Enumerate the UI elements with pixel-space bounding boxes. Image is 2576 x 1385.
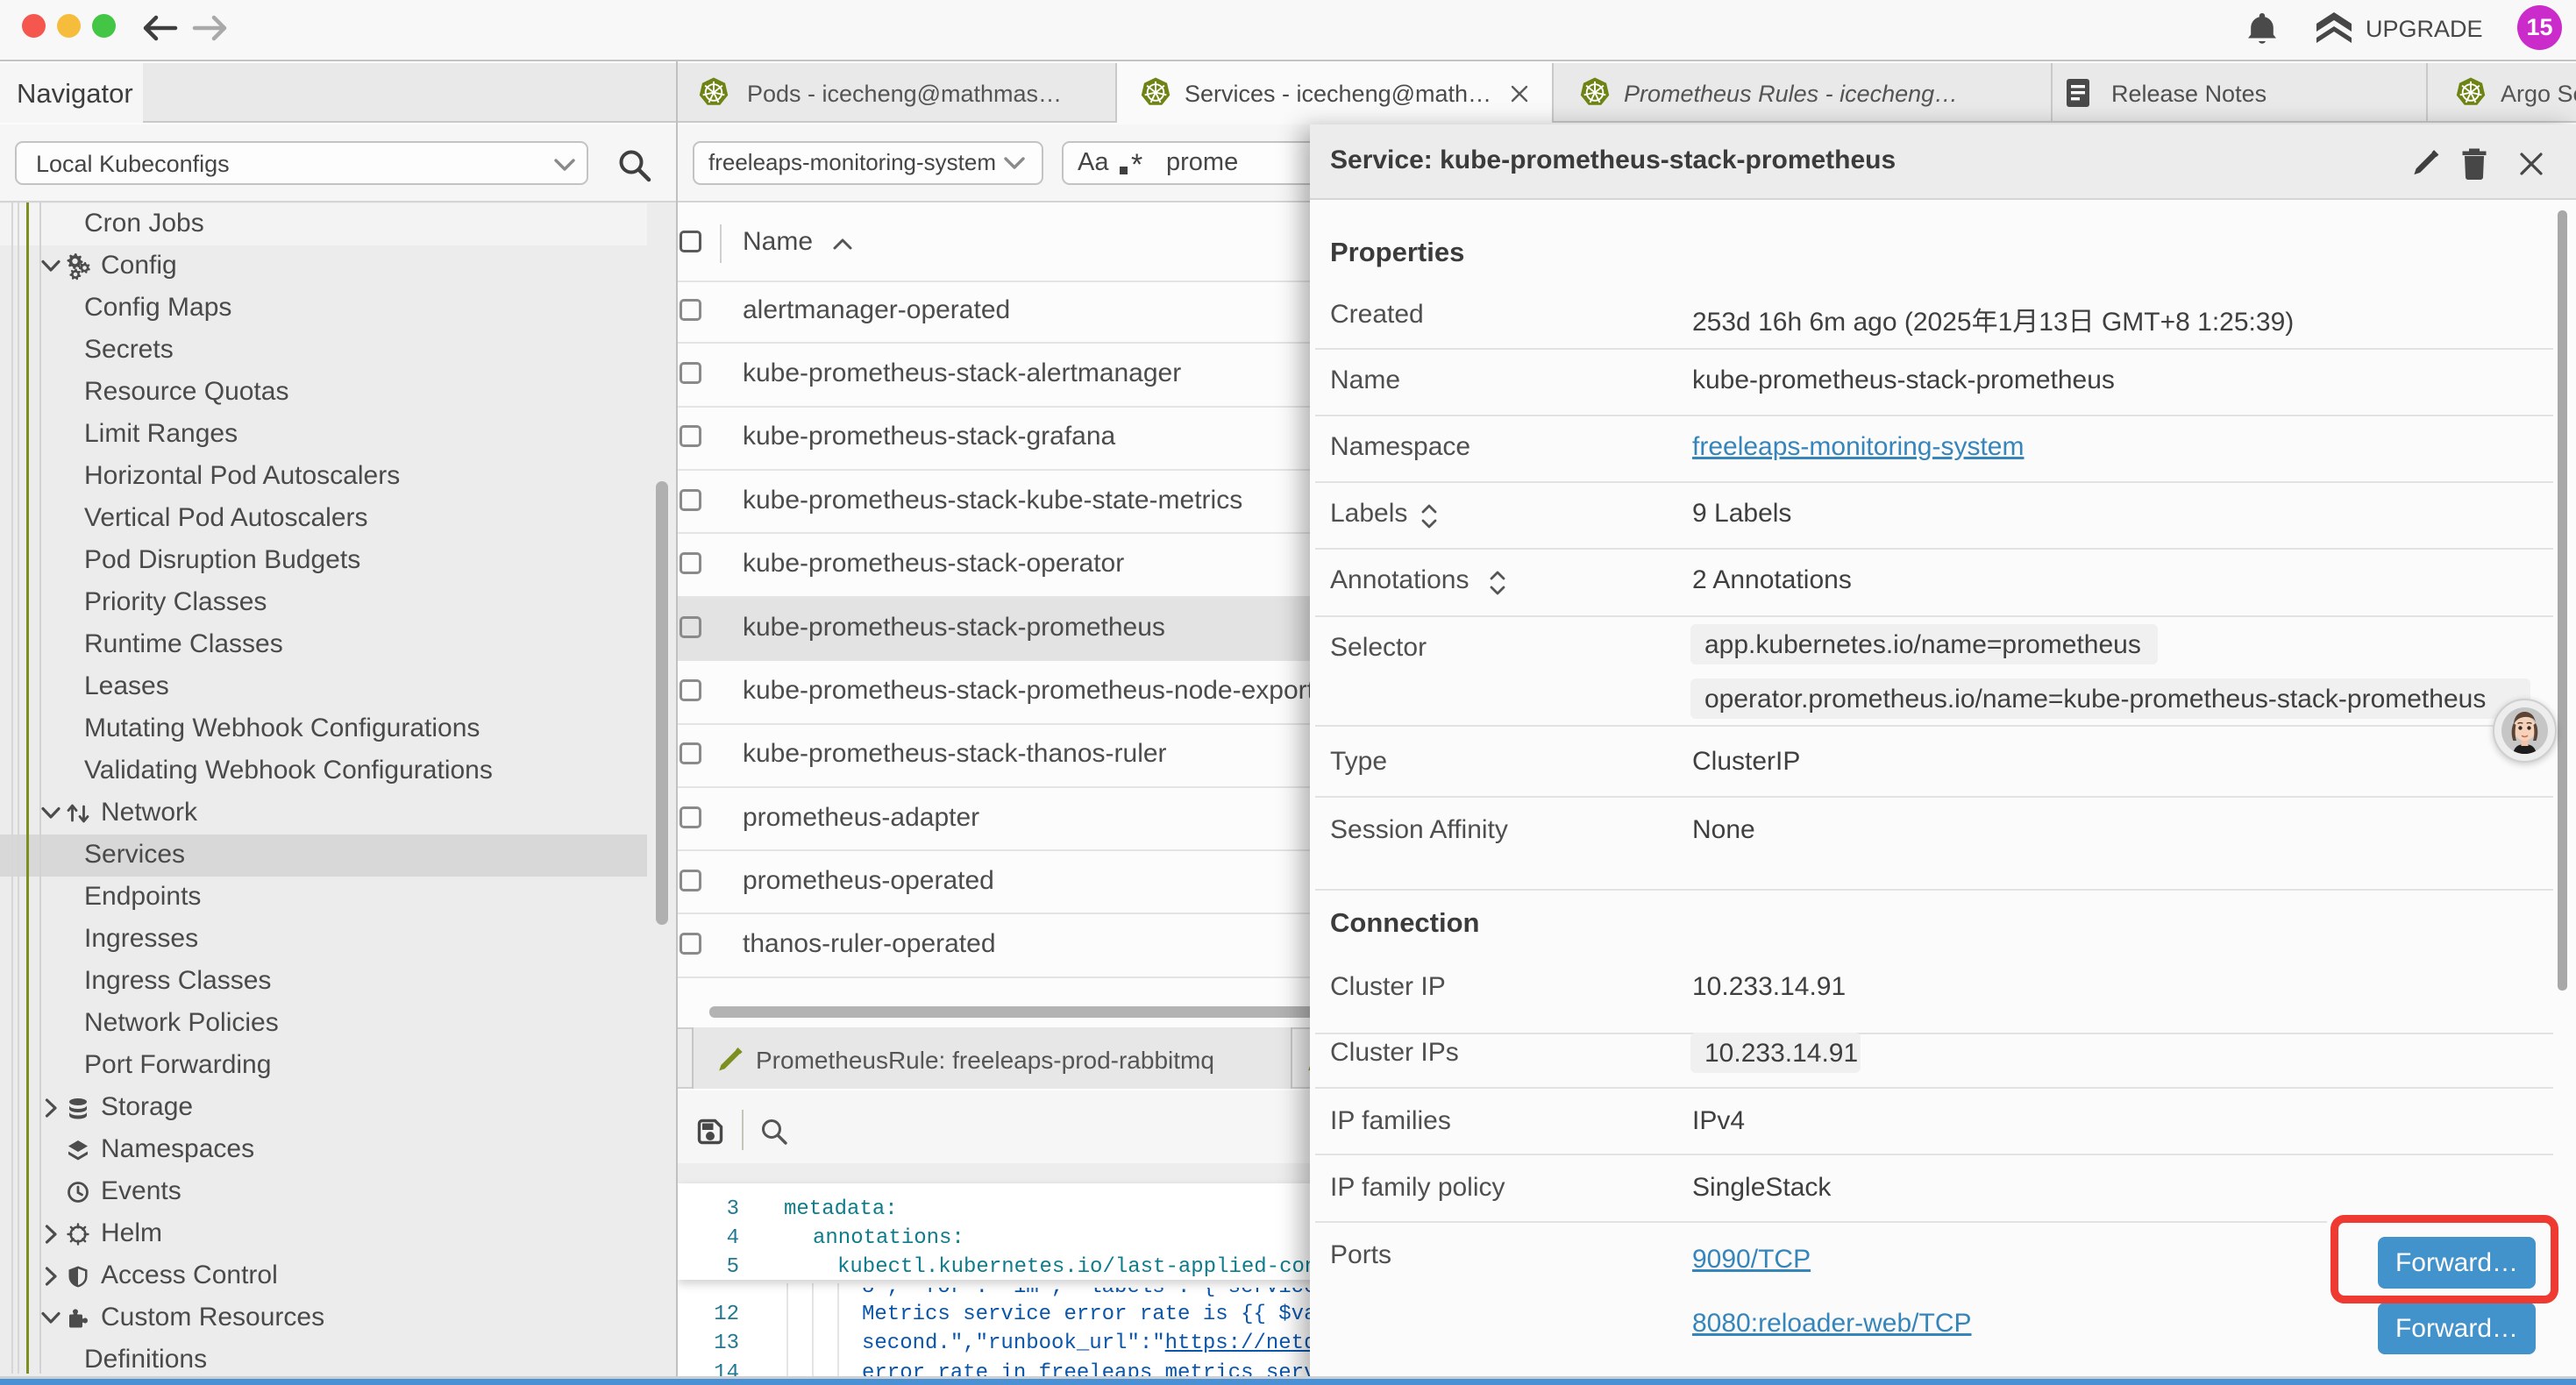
svg-text:*: * — [1131, 148, 1142, 181]
